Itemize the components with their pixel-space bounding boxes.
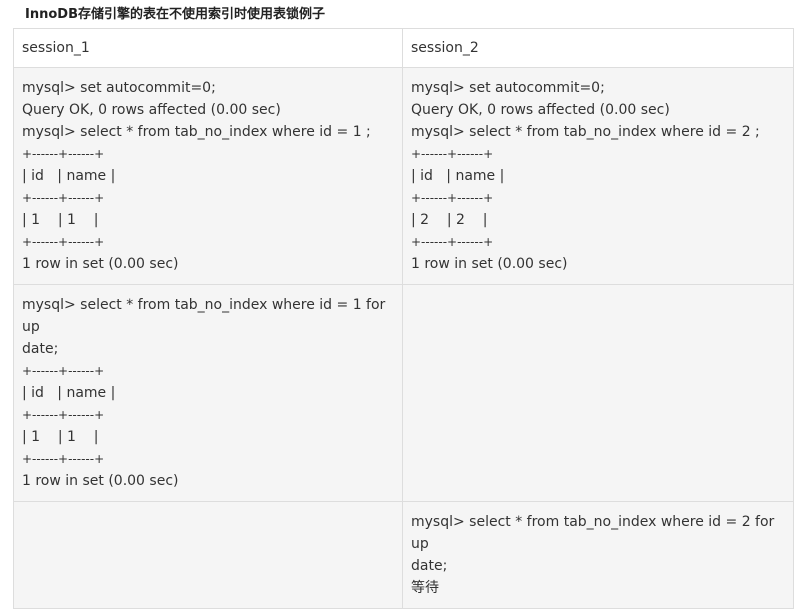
cell-line: | id | name |	[22, 385, 116, 401]
document-title: InnoDB存储引擎的表在不使用索引时使用表锁例子	[25, 7, 325, 22]
table-row: mysql> select * from tab_no_index where …	[13, 284, 794, 502]
cell-line: Query OK, 0 rows affected (0.00 sec)	[22, 102, 281, 118]
cell-line: mysql> select * from tab_no_index where …	[22, 124, 371, 140]
table-cell-session-1: mysql> set autocommit=0; Query OK, 0 rows…	[13, 67, 403, 285]
cell-line: mysql> select * from tab_no_index where …	[411, 124, 760, 140]
cell-line: Query OK, 0 rows affected (0.00 sec)	[411, 102, 670, 118]
cell-content: mysql> select * from tab_no_index where …	[14, 285, 402, 501]
cell-content: mysql> set autocommit=0; Query OK, 0 rows…	[14, 68, 402, 284]
cell-line: | 1 | 1 |	[22, 212, 99, 228]
cell-line: +------+------+	[411, 147, 494, 161]
cell-line: mysql> set autocommit=0;	[411, 80, 605, 96]
cell-line: date;	[411, 558, 448, 574]
cell-content: mysql> set autocommit=0; Query OK, 0 rows…	[403, 68, 793, 284]
table-cell-session-2	[402, 284, 794, 502]
table-cell-session-2: mysql> select * from tab_no_index where …	[402, 501, 794, 609]
cell-line: 1 row in set (0.00 sec)	[22, 473, 179, 489]
cell-content	[14, 502, 402, 520]
table-cell-session-1	[13, 501, 403, 609]
cell-line: date;	[22, 341, 59, 357]
cell-line: +------+------+	[411, 235, 494, 249]
cell-line: | id | name |	[22, 168, 116, 184]
cell-line: +------+------+	[22, 191, 105, 205]
table-header-row: session_1 session_2	[13, 28, 794, 68]
cell-line: +------+------+	[411, 191, 494, 205]
cell-line: +------+------+	[22, 408, 105, 422]
header-session-1: session_1	[13, 28, 403, 68]
cell-line: mysql> set autocommit=0;	[22, 80, 216, 96]
header-session-2-label: session_2	[411, 40, 479, 56]
cell-line: +------+------+	[22, 147, 105, 161]
header-session-1-label: session_1	[22, 40, 90, 56]
cell-line: mysql> select * from tab_no_index where …	[22, 297, 390, 335]
cell-line: +------+------+	[22, 235, 105, 249]
cell-line: 1 row in set (0.00 sec)	[22, 256, 179, 272]
table-row: mysql> set autocommit=0; Query OK, 0 rows…	[13, 67, 794, 285]
cell-line: +------+------+	[22, 364, 105, 378]
table-cell-session-2: mysql> set autocommit=0; Query OK, 0 rows…	[402, 67, 794, 285]
cell-line: +------+------+	[22, 452, 105, 466]
cell-line: 1 row in set (0.00 sec)	[411, 256, 568, 272]
header-session-2: session_2	[402, 28, 794, 68]
cell-line: mysql> select * from tab_no_index where …	[411, 514, 779, 552]
session-comparison-table: session_1 session_2 mysql> set autocommi…	[13, 28, 794, 609]
cell-line: 等待	[411, 580, 439, 596]
page: InnoDB存储引擎的表在不使用索引时使用表锁例子 session_1 sess…	[0, 0, 811, 609]
table-cell-session-1: mysql> select * from tab_no_index where …	[13, 284, 403, 502]
cell-line: | 2 | 2 |	[411, 212, 488, 228]
cell-line: | 1 | 1 |	[22, 429, 99, 445]
table-row: mysql> select * from tab_no_index where …	[13, 501, 794, 609]
cell-content: mysql> select * from tab_no_index where …	[403, 502, 793, 608]
cell-content	[403, 285, 793, 303]
cell-line: | id | name |	[411, 168, 505, 184]
